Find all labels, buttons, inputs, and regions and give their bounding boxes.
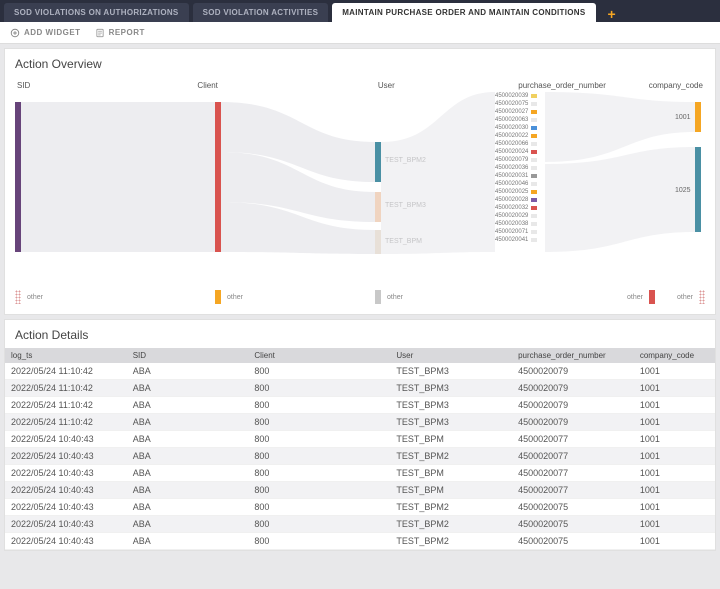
sankey-po-item[interactable]: 4500020029 <box>495 212 537 220</box>
sankey-po-item[interactable]: 4500020036 <box>495 164 537 172</box>
panel-title: Action Details <box>5 320 715 348</box>
sankey-po-list: 4500020039450002007545000200274500020063… <box>495 92 537 244</box>
table-row[interactable]: 2022/05/24 10:40:43ABA800TEST_BPM2450002… <box>5 533 715 550</box>
th-po[interactable]: purchase_order_number <box>512 348 634 363</box>
sankey-po-item[interactable]: 4500020030 <box>495 124 537 132</box>
table-row[interactable]: 2022/05/24 11:10:42ABA800TEST_BPM3450002… <box>5 397 715 414</box>
sankey-other-row: other other other other other <box>15 290 705 304</box>
sankey-po-item[interactable]: 4500020066 <box>495 140 537 148</box>
details-table[interactable]: log_ts SID Client User purchase_order_nu… <box>5 348 715 550</box>
table-row[interactable]: 2022/05/24 11:10:42ABA800TEST_BPM3450002… <box>5 363 715 380</box>
table-row[interactable]: 2022/05/24 11:10:42ABA800TEST_BPM3450002… <box>5 414 715 431</box>
tab-bar: SOD VIOLATIONS ON AUTHORIZATIONS SOD VIO… <box>0 0 720 22</box>
add-tab-button[interactable]: + <box>600 6 624 22</box>
th-cc[interactable]: company_code <box>634 348 715 363</box>
sankey-chart[interactable]: ABA 800 TEST_BPM2 TEST_BPM3 TEST_BPM 450… <box>15 92 705 284</box>
plus-circle-icon <box>10 28 20 38</box>
sankey-po-item[interactable]: 4500020027 <box>495 108 537 116</box>
table-row[interactable]: 2022/05/24 10:40:43ABA800TEST_BPM4500020… <box>5 482 715 499</box>
tab-sod-auth[interactable]: SOD VIOLATIONS ON AUTHORIZATIONS <box>4 3 189 22</box>
add-widget-button[interactable]: ADD WIDGET <box>10 28 81 38</box>
table-row[interactable]: 2022/05/24 10:40:43ABA800TEST_BPM4500020… <box>5 431 715 448</box>
sankey-po-item[interactable]: 4500020075 <box>495 100 537 108</box>
sankey-po-item[interactable]: 4500020028 <box>495 196 537 204</box>
th-user[interactable]: User <box>390 348 512 363</box>
sankey-po-item[interactable]: 4500020041 <box>495 236 537 244</box>
th-client[interactable]: Client <box>248 348 390 363</box>
table-row[interactable]: 2022/05/24 10:40:43ABA800TEST_BPM4500020… <box>5 465 715 482</box>
sankey-po-item[interactable]: 4500020071 <box>495 228 537 236</box>
table-row[interactable]: 2022/05/24 10:40:43ABA800TEST_BPM2450002… <box>5 448 715 465</box>
sankey-headers: SID Client User purchase_order_number co… <box>15 81 705 92</box>
sankey-po-item[interactable]: 4500020022 <box>495 132 537 140</box>
toolbar: ADD WIDGET REPORT <box>0 22 720 44</box>
action-overview-panel: Action Overview SID Client User purchase… <box>4 48 716 315</box>
table-row[interactable]: 2022/05/24 11:10:42ABA800TEST_BPM3450002… <box>5 380 715 397</box>
action-details-panel: Action Details log_ts SID Client User pu… <box>4 319 716 551</box>
table-row[interactable]: 2022/05/24 10:40:43ABA800TEST_BPM2450002… <box>5 499 715 516</box>
tab-sod-activities[interactable]: SOD VIOLATION ACTIVITIES <box>193 3 329 22</box>
report-button[interactable]: REPORT <box>95 28 145 38</box>
sankey-po-item[interactable]: 4500020063 <box>495 116 537 124</box>
sankey-po-item[interactable]: 4500020038 <box>495 220 537 228</box>
sankey-po-item[interactable]: 4500020032 <box>495 204 537 212</box>
sankey-po-item[interactable]: 4500020024 <box>495 148 537 156</box>
th-logts[interactable]: log_ts <box>5 348 127 363</box>
sankey-po-item[interactable]: 4500020039 <box>495 92 537 100</box>
sankey-po-item[interactable]: 4500020046 <box>495 180 537 188</box>
panel-title: Action Overview <box>5 49 715 77</box>
sankey-node-cc-0[interactable] <box>695 102 701 132</box>
tab-maintain-po[interactable]: MAINTAIN PURCHASE ORDER AND MAINTAIN CON… <box>332 3 595 22</box>
sankey-po-item[interactable]: 4500020031 <box>495 172 537 180</box>
th-sid[interactable]: SID <box>127 348 249 363</box>
sankey-po-item[interactable]: 4500020025 <box>495 188 537 196</box>
table-row[interactable]: 2022/05/24 10:40:43ABA800TEST_BPM2450002… <box>5 516 715 533</box>
other-swatch <box>15 290 21 304</box>
sankey-node-cc-1[interactable] <box>695 147 701 232</box>
sankey-po-item[interactable]: 4500020079 <box>495 156 537 164</box>
document-icon <box>95 28 105 38</box>
